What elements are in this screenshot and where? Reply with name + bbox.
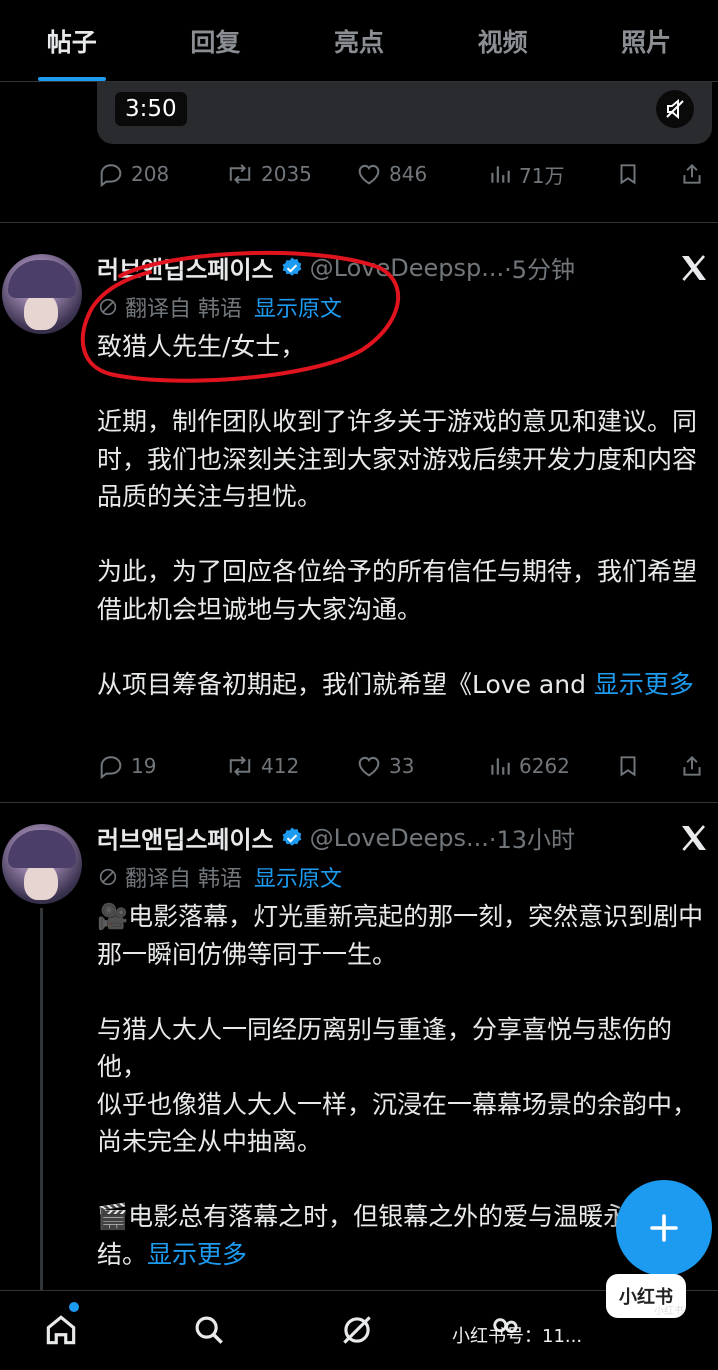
post-header: 러브앤딥스페이스 @LoveDeeps... ·13小时 (97, 820, 575, 855)
heart-icon (358, 164, 380, 185)
watermark-small-text: 小红书 (654, 1306, 684, 1317)
author-handle[interactable]: @LoveDeeps... (310, 824, 489, 852)
views-icon (491, 166, 510, 183)
divider (0, 802, 718, 803)
share-icon (683, 755, 701, 776)
plus-icon (650, 1214, 678, 1242)
views-icon (491, 758, 510, 775)
tab-replies[interactable]: 回复 (144, 0, 288, 81)
bookmark-button[interactable] (615, 160, 641, 188)
muted-speaker-icon (666, 98, 684, 120)
bookmark-button[interactable] (615, 752, 641, 780)
translation-note: 翻译自 韩语 显示原文 (97, 291, 342, 323)
like-button[interactable]: 33 (355, 752, 414, 780)
repost-icon (229, 756, 251, 776)
watermark-text: 小红书号：11... (452, 1326, 583, 1347)
show-more-link[interactable]: 显示更多 (147, 1240, 247, 1269)
verified-badge-icon (282, 827, 301, 846)
share-button[interactable] (679, 160, 705, 188)
post-paragraph: 与猎人大人一同经历离别与重逢，分享喜悦与悲伤的他， 似乎也像猎人大人一样，沉浸在… (97, 1014, 698, 1157)
translate-icon (99, 868, 117, 886)
tab-label: 视频 (477, 27, 528, 57)
x-logo-icon (682, 825, 706, 851)
share-button[interactable] (679, 752, 705, 780)
share-icon (683, 163, 701, 184)
x-logo-icon (682, 255, 706, 281)
like-button[interactable]: 846 (355, 160, 427, 188)
repost-icon (229, 164, 251, 184)
avatar[interactable] (2, 824, 82, 904)
tab-photos[interactable]: 照片 (574, 0, 718, 81)
tab-label: 帖子 (46, 27, 97, 57)
author-name[interactable]: 러브앤딥스페이스 (97, 250, 274, 285)
tab-label: 亮点 (333, 27, 384, 57)
bookmark-icon (620, 756, 636, 777)
tab-videos[interactable]: 视频 (431, 0, 575, 81)
profile-tabs: 帖子 回复 亮点 视频 照片 (0, 0, 718, 82)
verified-badge-icon (282, 257, 301, 276)
compose-button[interactable] (616, 1180, 712, 1276)
tab-label: 回复 (190, 27, 241, 57)
reply-icon (100, 756, 122, 780)
reply-count: 208 (131, 162, 170, 186)
repost-button[interactable]: 2035 (225, 160, 312, 188)
post-actions: 19 412 33 6262 (97, 746, 711, 786)
post-paragraph: 致猎人先生/女士， (97, 332, 306, 361)
reply-count: 19 (131, 754, 157, 778)
heart-icon (358, 756, 380, 777)
translated-from-label: 翻译自 韩语 (125, 867, 242, 892)
post-time: ·5分钟 (504, 256, 576, 284)
post-paragraph: 近期，制作团队收到了许多关于游戏的意见和建议。同时，我们也深刻关注到大家对游戏后… (97, 407, 698, 511)
thread-line (40, 908, 43, 1290)
post-body: 致猎人先生/女士， 近期，制作团队收到了许多关于游戏的意见和建议。同时，我们也深… (97, 328, 712, 703)
mute-button[interactable] (656, 90, 694, 128)
like-count: 846 (389, 162, 428, 186)
grok-icon[interactable] (338, 1311, 376, 1349)
video-duration: 3:50 (115, 92, 187, 126)
avatar[interactable] (2, 254, 82, 334)
reply-button[interactable]: 208 (97, 160, 169, 188)
repost-count: 412 (261, 754, 300, 778)
post-actions: 208 2035 846 71万 (97, 154, 711, 194)
view-count: 6262 (519, 754, 570, 778)
post-paragraph: 为此，为了回应各位给予的所有信任与期待，我们希望借此机会坦诚地与大家沟通。 (97, 557, 698, 624)
author-name[interactable]: 러브앤딥스페이스 (97, 820, 274, 855)
post-paragraph: 🎥电影落幕，灯光重新亮起的那一刻，突然意识到剧中那一瞬间仿佛等同于一生。 (97, 902, 704, 969)
video-player[interactable]: 3:50 (97, 82, 712, 144)
tab-highlights[interactable]: 亮点 (287, 0, 431, 81)
post-header: 러브앤딥스페이스 @LoveDeepsp... ·5分钟 (97, 250, 575, 285)
show-original-link[interactable]: 显示原文 (254, 861, 342, 893)
repost-button[interactable]: 412 (225, 752, 299, 780)
views-button[interactable]: 71万 (487, 160, 564, 189)
reply-button[interactable]: 19 (97, 752, 156, 780)
translate-icon (99, 298, 117, 316)
bookmark-icon (620, 164, 636, 185)
tab-posts[interactable]: 帖子 (0, 0, 144, 81)
translated-from-label: 翻译自 韩语 (125, 297, 242, 322)
translation-note: 翻译自 韩语 显示原文 (97, 861, 342, 893)
repost-count: 2035 (261, 162, 312, 186)
search-icon[interactable] (190, 1311, 228, 1349)
view-count: 71万 (519, 163, 565, 188)
home-icon[interactable] (42, 1311, 80, 1349)
show-more-link[interactable]: 显示更多 (594, 670, 694, 699)
show-original-link[interactable]: 显示原文 (254, 291, 342, 323)
views-button[interactable]: 6262 (487, 752, 570, 780)
reply-icon (100, 164, 122, 188)
tab-label: 照片 (621, 27, 672, 57)
divider (0, 222, 718, 223)
like-count: 33 (389, 754, 415, 778)
post-paragraph: 从项目筹备初期起，我们就希望《Love and (97, 669, 594, 699)
author-handle[interactable]: @LoveDeepsp... (310, 254, 504, 282)
post-time: ·13小时 (488, 826, 576, 854)
